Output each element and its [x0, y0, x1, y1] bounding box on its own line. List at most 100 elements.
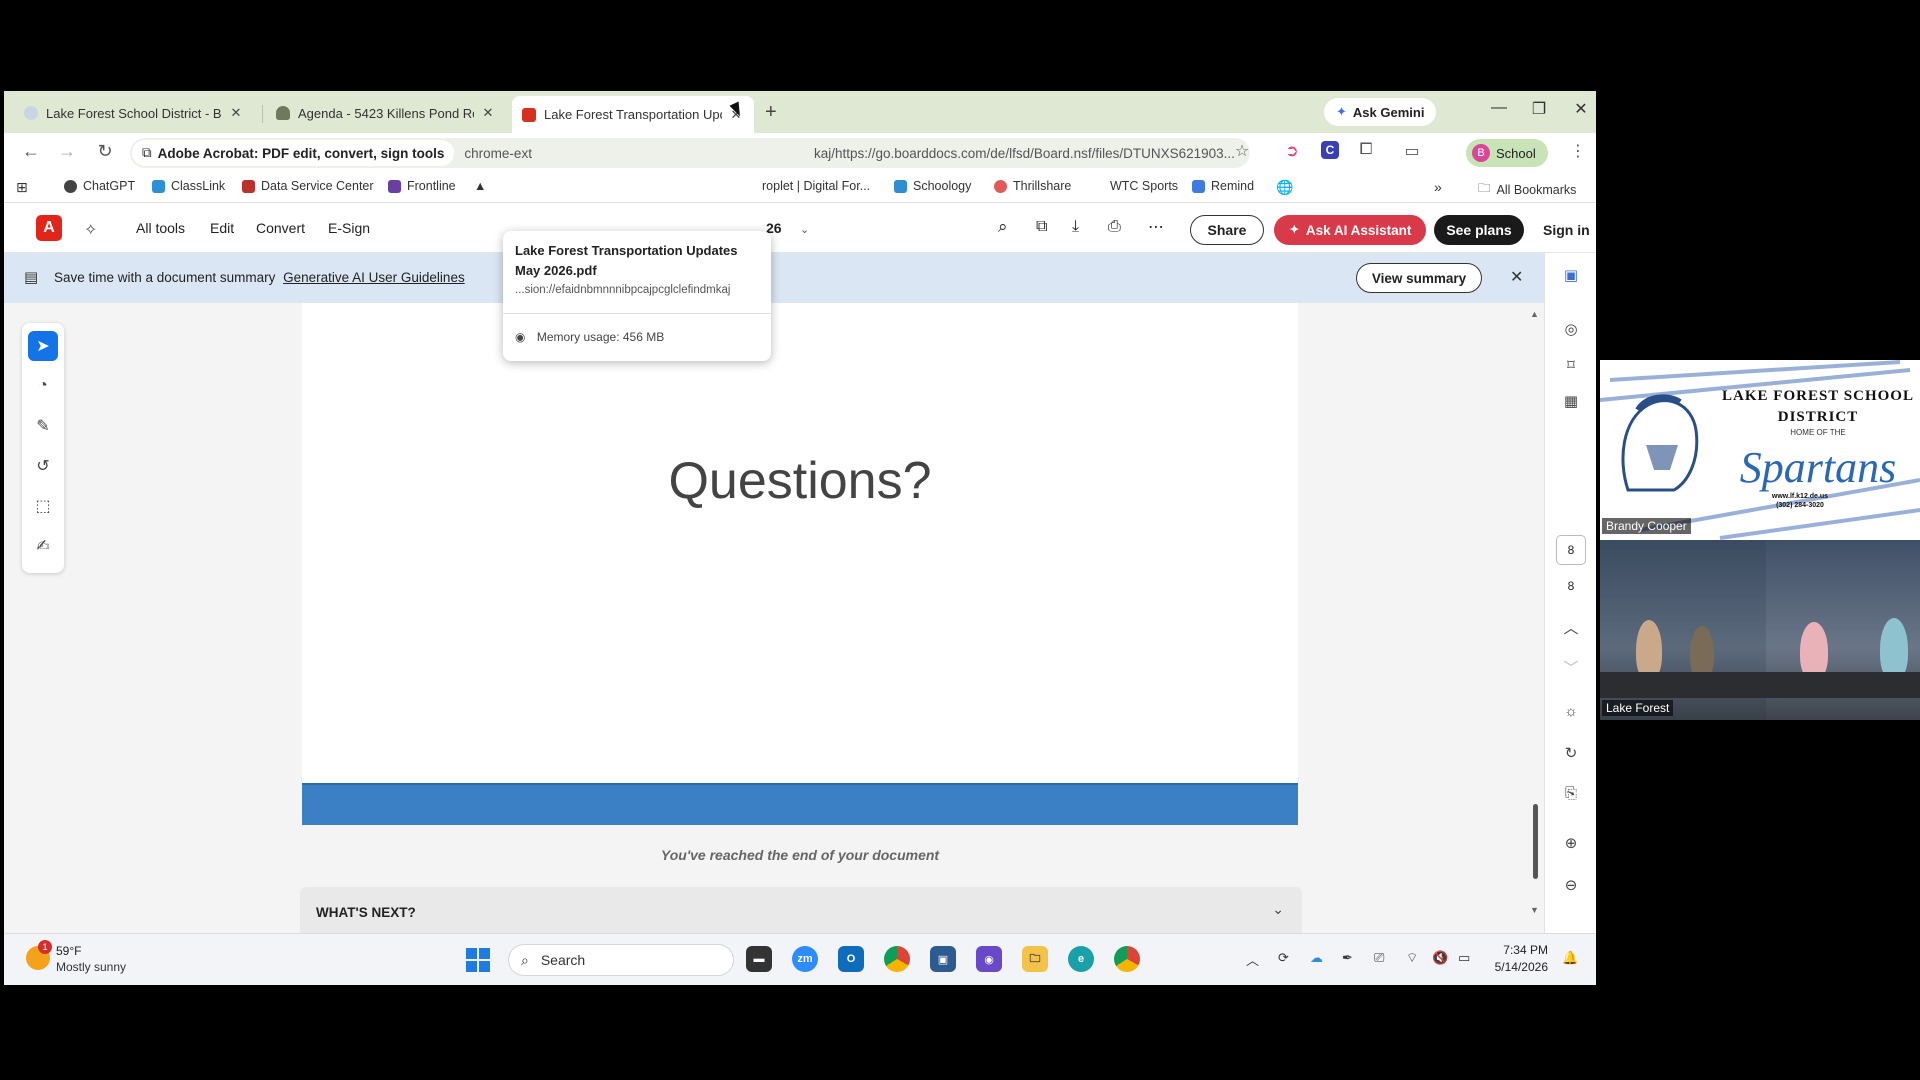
bookmarks-overflow-button[interactable]: » [1434, 179, 1442, 195]
tab-close-icon[interactable]: ✕ [228, 105, 244, 121]
zoom-app-icon[interactable]: zm [792, 946, 818, 972]
highlight-tool-icon[interactable]: ✎ [28, 411, 58, 441]
terminal-app-icon[interactable]: ▣ [930, 946, 956, 972]
tab-transportation-pdf[interactable]: Lake Forest Transportation Upd ✕ [512, 96, 754, 133]
address-bar[interactable]: ⧉ Adobe Acrobat: PDF edit, convert, sign… [130, 138, 1250, 168]
view-summary-button[interactable]: View summary [1356, 263, 1482, 293]
chrome-profile-app-icon[interactable] [1114, 946, 1140, 972]
ask-ai-assistant-button[interactable]: ✦ Ask AI Assistant [1274, 215, 1426, 245]
sign-tool-icon[interactable]: ✍ [28, 531, 58, 561]
bookmark-a-icon[interactable]: ▲ [474, 179, 486, 193]
bookmark-schoology[interactable]: Schoology [894, 179, 971, 193]
print-icon[interactable]: ⎙ [1108, 218, 1121, 236]
wifi-icon[interactable]: ⌔ [1406, 950, 1418, 966]
globe-bookmark-icon[interactable]: 🌐 [1276, 179, 1293, 196]
bookmark-droplet[interactable]: roplet | Digital For... [762, 179, 870, 193]
back-button[interactable]: ← [18, 141, 44, 162]
bookmark-chatgpt[interactable]: ChatGPT [64, 179, 135, 193]
chevron-down-icon[interactable]: ⌄ [1272, 901, 1284, 918]
rotate-icon[interactable]: ↻ [1557, 739, 1585, 767]
comments-icon[interactable]: ◎ [1557, 315, 1585, 343]
bookmark-thrillshare[interactable]: Thrillshare [994, 179, 1071, 193]
menu-esign[interactable]: E-Sign [328, 220, 370, 236]
windows-start-icon[interactable] [466, 948, 490, 972]
previous-page-icon[interactable]: ︿ [1557, 613, 1585, 641]
zoom-in-icon[interactable]: ⊕ [1557, 829, 1585, 857]
c-extension-icon[interactable]: C [1318, 141, 1342, 159]
battery-icon[interactable]: ▭ [1458, 950, 1470, 966]
bookmark-frontline[interactable]: Frontline [388, 179, 456, 193]
thumbnails-icon[interactable]: ▦ [1557, 387, 1585, 415]
forward-button[interactable]: → [54, 141, 80, 162]
all-bookmarks[interactable]: 🗀 All Bookmarks [1478, 179, 1576, 200]
text-box-tool-icon[interactable]: ⬚ [28, 491, 58, 521]
ai-summary-icon[interactable]: ▣ [1557, 261, 1585, 289]
onedrive-icon[interactable]: ☁ [1310, 950, 1323, 966]
apps-grid-icon[interactable]: ⊞ [16, 179, 28, 196]
weather-temperature[interactable]: 59°F [56, 944, 81, 958]
document-scrollbar[interactable]: ▲ ▼ [1530, 309, 1540, 919]
bookmark-panel-icon[interactable]: ⌑ [1557, 351, 1585, 379]
weather-condition[interactable]: Mostly sunny [56, 960, 126, 974]
ai-guidelines-link[interactable]: Generative AI User Guidelines [283, 270, 465, 285]
page-layout-icon[interactable]: ⧉ [1036, 218, 1047, 236]
scroll-down-arrow-icon[interactable]: ▼ [1530, 905, 1539, 915]
brightness-icon[interactable]: ☼ [1557, 697, 1585, 725]
scroll-up-arrow-icon[interactable]: ▲ [1530, 309, 1539, 319]
minimize-button[interactable]: — [1484, 99, 1514, 117]
extension-chip[interactable]: ⧉ Adobe Acrobat: PDF edit, convert, sign… [132, 140, 455, 166]
notification-icon[interactable]: 🔔 [1562, 950, 1578, 966]
display-icon[interactable]: ⎚ [1374, 950, 1384, 966]
select-tool-icon[interactable]: ➤ [28, 331, 58, 361]
menu-convert[interactable]: Convert [256, 220, 305, 236]
browser-menu-button[interactable]: ⋮ [1566, 141, 1590, 161]
clock-time[interactable]: 7:34 PM [1488, 943, 1548, 957]
bookmark-wtc-sports[interactable]: WTC Sports [1110, 179, 1178, 193]
page-info-icon[interactable]: ⎘ [1557, 779, 1585, 807]
draw-tool-icon[interactable]: ↺ [28, 451, 58, 481]
menu-edit[interactable]: Edit [210, 220, 234, 236]
share-button[interactable]: Share [1190, 215, 1264, 245]
sign-in-link[interactable]: Sign in [1543, 222, 1590, 238]
cast-extension-icon[interactable]: ➲ [1280, 141, 1304, 161]
bookmark-data-service-center[interactable]: Data Service Center [242, 179, 374, 193]
volume-muted-icon[interactable]: 🔇 [1432, 950, 1448, 966]
puzzle-icon[interactable]: ⧠ [1354, 141, 1378, 159]
ai-tools-icon[interactable]: ✧ [84, 220, 97, 240]
profile-chip[interactable]: B School [1466, 139, 1548, 167]
zoom-out-icon[interactable]: ⊖ [1557, 871, 1585, 899]
download-icon[interactable]: ⤓ [1072, 218, 1079, 236]
more-options-icon[interactable]: ⋯ [1148, 217, 1164, 237]
search-icon[interactable]: ⌕ [998, 217, 1008, 237]
tab-close-icon[interactable]: ✕ [480, 105, 496, 121]
window-close-button[interactable]: ✕ [1566, 99, 1596, 119]
restore-button[interactable]: ❐ [1524, 99, 1554, 119]
banner-close-icon[interactable]: ✕ [1510, 267, 1523, 287]
ask-gemini-button[interactable]: ✦ Ask Gemini [1324, 98, 1437, 126]
file-explorer-icon[interactable]: 🗀 [1022, 946, 1048, 972]
bookmark-remind[interactable]: Remind [1192, 179, 1254, 193]
bookmark-classlink[interactable]: ClassLink [152, 179, 225, 193]
tab-agenda[interactable]: Agenda - 5423 Killens Pond Ro ✕ [266, 96, 506, 130]
scroll-thumb[interactable] [1533, 804, 1538, 879]
split-view-icon[interactable]: ▭ [1400, 141, 1424, 161]
teams-app-icon[interactable]: ◉ [976, 946, 1002, 972]
chevron-down-icon[interactable]: ⌄ [800, 223, 809, 236]
task-view-icon[interactable]: ▬ [746, 946, 772, 972]
tab-school-district[interactable]: Lake Forest School District - Bo ✕ [14, 96, 254, 130]
clock-date[interactable]: 5/14/2026 [1488, 960, 1548, 974]
outlook-app-icon[interactable]: O [838, 946, 864, 972]
current-page-input[interactable]: 8 [1556, 535, 1586, 565]
menu-all-tools[interactable]: All tools [136, 220, 185, 236]
new-tab-button[interactable]: + [765, 101, 777, 124]
next-page-icon[interactable]: ﹀ [1557, 653, 1585, 681]
acrobat-logo-icon[interactable]: A [36, 215, 62, 241]
edge-app-icon[interactable]: e [1068, 946, 1094, 972]
comment-tool-icon[interactable]: ◔ [28, 371, 58, 401]
reload-button[interactable]: ↻ [92, 141, 118, 162]
taskbar-search[interactable]: ⌕ Search [508, 944, 734, 976]
see-plans-button[interactable]: See plans [1434, 215, 1524, 245]
chrome-app-icon[interactable] [884, 946, 910, 972]
tray-overflow-icon[interactable]: ︿ [1246, 950, 1259, 969]
sync-icon[interactable]: ⟳ [1278, 950, 1289, 966]
